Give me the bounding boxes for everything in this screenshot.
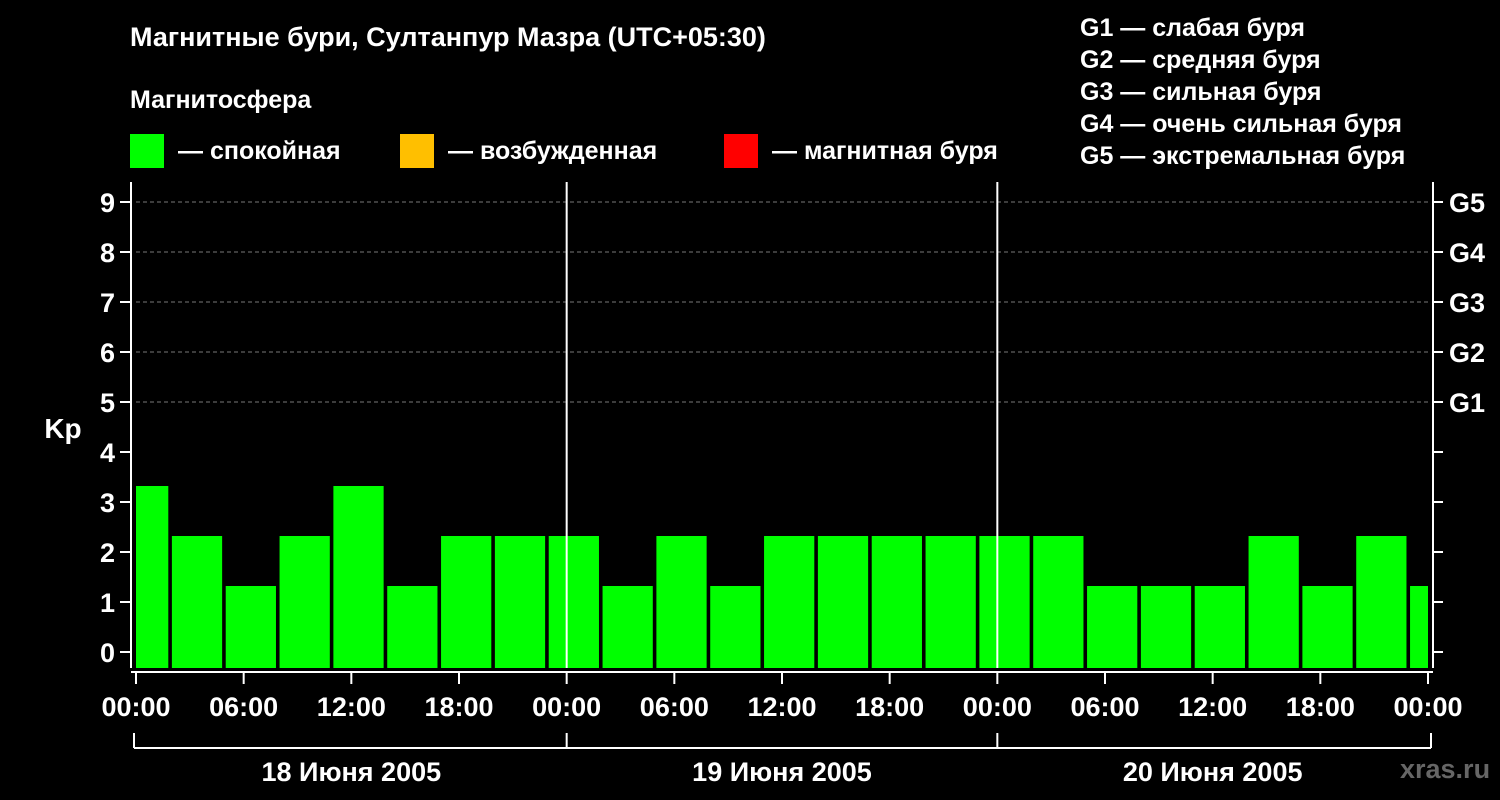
storm-level-tick-label: G3	[1449, 288, 1485, 318]
storm-level-tick-label: G4	[1449, 238, 1485, 268]
kp-bar	[602, 586, 653, 668]
x-tick-label: 00:00	[1393, 692, 1462, 722]
x-tick-label: 12:00	[317, 692, 386, 722]
kp-bar	[441, 536, 492, 668]
x-tick-label: 18:00	[424, 692, 493, 722]
storm-level-tick-label: G5	[1449, 188, 1485, 218]
kp-bar	[817, 536, 869, 668]
storm-level-tick-label: G2	[1449, 338, 1485, 368]
kp-bar	[279, 536, 330, 668]
x-tick-label: 00:00	[101, 692, 170, 722]
y-tick-label: 1	[100, 588, 115, 618]
kp-bar	[136, 486, 169, 668]
kp-bar	[1033, 536, 1084, 668]
kp-bar	[1087, 586, 1138, 668]
y-tick-label: 9	[100, 188, 115, 218]
kp-bar	[1410, 586, 1428, 668]
kp-bar	[925, 536, 976, 668]
kp-bar	[1194, 586, 1245, 668]
y-tick-label: 8	[100, 238, 115, 268]
kp-bar	[171, 536, 223, 668]
kp-bar	[656, 536, 707, 668]
kp-bar	[1356, 536, 1407, 668]
x-tick-label: 00:00	[532, 692, 601, 722]
x-tick-label: 00:00	[963, 692, 1032, 722]
kp-bar	[871, 536, 922, 668]
x-tick-label: 18:00	[855, 692, 924, 722]
y-tick-label: 4	[100, 438, 115, 468]
y-tick-label: 2	[100, 538, 115, 568]
x-tick-label: 06:00	[640, 692, 709, 722]
kp-bar	[1140, 586, 1192, 668]
kp-bar	[1302, 586, 1353, 668]
x-tick-label: 18:00	[1286, 692, 1355, 722]
kp-bar	[387, 586, 438, 668]
kp-bar	[494, 536, 546, 668]
kp-bar	[225, 586, 276, 668]
kp-bar	[548, 536, 599, 668]
day-label: 19 Июня 2005	[692, 757, 872, 787]
kp-bar	[1248, 536, 1299, 668]
y-tick-label: 7	[100, 288, 115, 318]
kp-bar	[764, 536, 815, 668]
kp-bar	[710, 586, 761, 668]
day-label: 18 Июня 2005	[262, 757, 442, 787]
y-tick-label: 5	[100, 388, 115, 418]
kp-bar-chart: 0 1 2 3 4 5 6 7 8 9 G1 G2 G3 G4 G5 Kp 00:00 06:00 12:00 18:…	[44, 182, 1485, 787]
y-axis-label: Kp	[44, 413, 81, 444]
storm-level-tick-label: G1	[1449, 388, 1485, 418]
y-tick-label: 0	[100, 638, 115, 668]
kp-bar	[979, 536, 1030, 668]
day-label: 20 Июня 2005	[1123, 757, 1303, 787]
x-tick-label: 06:00	[1070, 692, 1139, 722]
x-tick-label: 12:00	[747, 692, 816, 722]
y-tick-label: 3	[100, 488, 115, 518]
kp-bar	[333, 486, 384, 668]
watermark: xras.ru	[1400, 754, 1491, 784]
x-tick-label: 06:00	[209, 692, 278, 722]
x-tick-label: 12:00	[1178, 692, 1247, 722]
y-tick-label: 6	[100, 338, 115, 368]
